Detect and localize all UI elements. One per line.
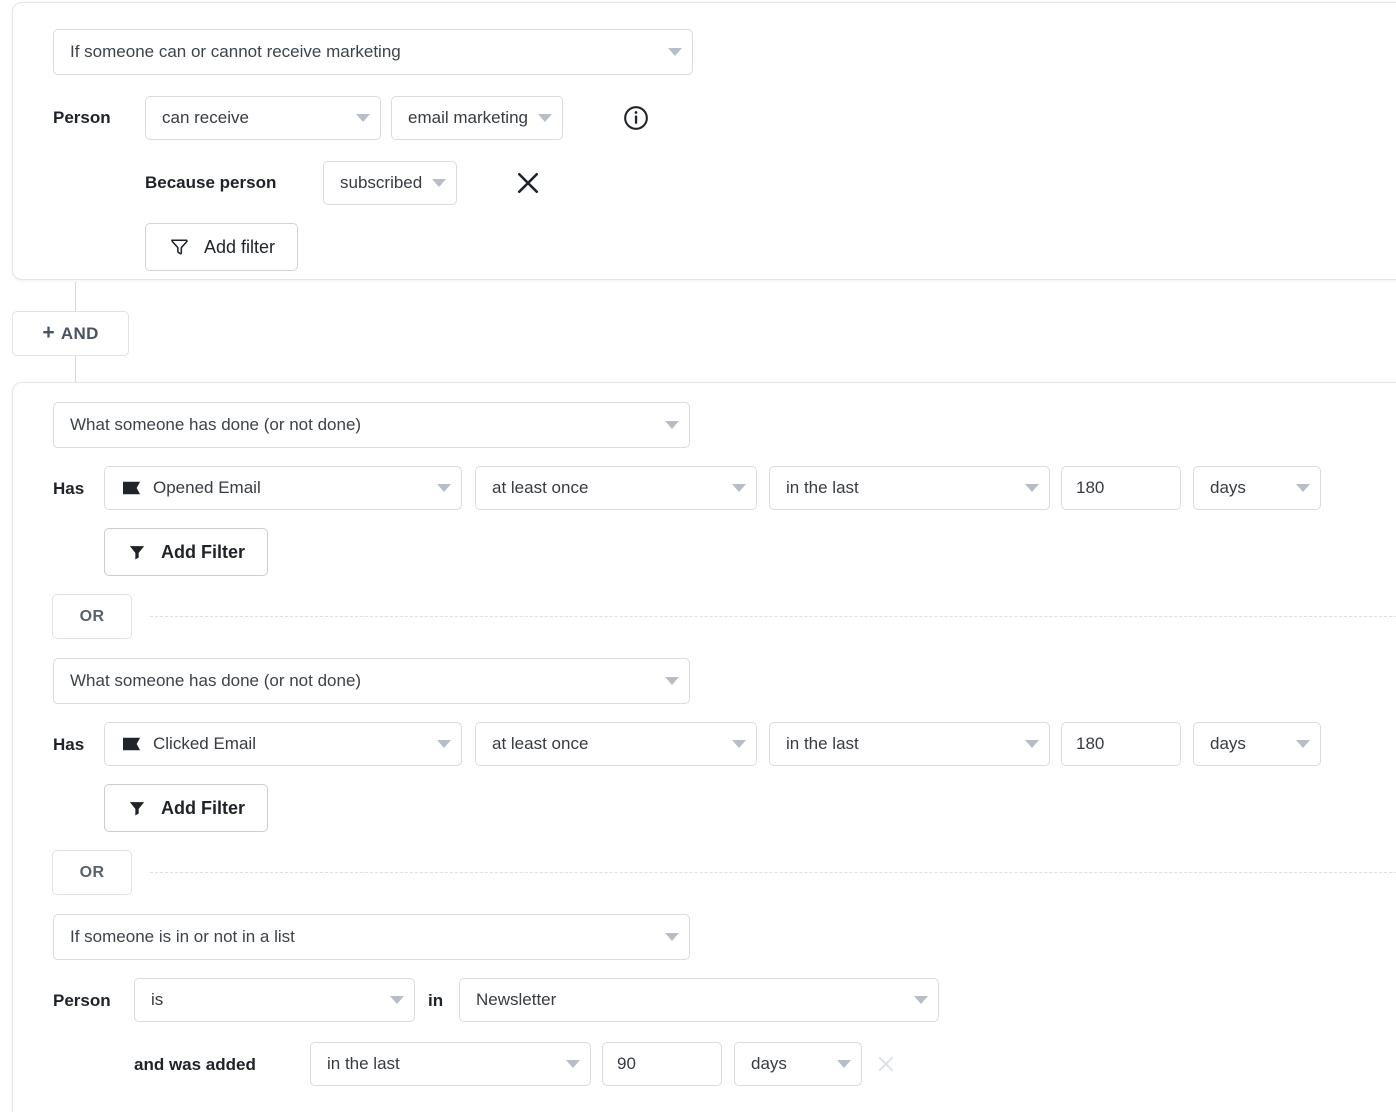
added-unit-select[interactable]: days [734, 1042, 862, 1086]
chevron-down-icon [1025, 484, 1039, 492]
added-amount-input[interactable]: 90 [602, 1042, 722, 1086]
marketing-channel-value: email marketing [408, 108, 528, 128]
or-divider-line [150, 616, 1396, 617]
flag-icon [121, 733, 143, 755]
list-operator-value: is [151, 990, 378, 1010]
list-joiner-label: in [428, 991, 443, 1011]
and-button-label: AND [61, 324, 99, 344]
condition-type-select-3[interactable]: What someone has done (or not done) [53, 658, 690, 704]
has-label-3: Has [53, 735, 84, 755]
or-button-1[interactable]: OR [52, 594, 132, 639]
close-icon[interactable] [513, 168, 543, 198]
marketing-reason-value: subscribed [340, 173, 422, 193]
chevron-down-icon [1296, 740, 1310, 748]
amount-input-3[interactable]: 180 [1061, 722, 1181, 766]
chevron-down-icon [732, 740, 746, 748]
add-and-condition-button[interactable]: + AND [12, 311, 129, 356]
metric-select-clicked-email[interactable]: Clicked Email [104, 722, 462, 766]
person-label-1: Person [53, 108, 111, 128]
funnel-icon [168, 236, 190, 258]
timeframe-value-2: in the last [786, 478, 1013, 498]
condition-type-value-3: What someone has done (or not done) [70, 671, 653, 691]
chevron-down-icon [1296, 484, 1310, 492]
plus-icon: + [42, 322, 55, 343]
chevron-down-icon [356, 114, 370, 122]
marketing-reason-select[interactable]: subscribed [323, 161, 457, 205]
condition-group-card-1: If someone can or cannot receive marketi… [12, 2, 1396, 280]
added-amount-value: 90 [617, 1054, 636, 1074]
unit-value-3: days [1210, 734, 1284, 754]
segment-builder-canvas: If someone can or cannot receive marketi… [0, 0, 1396, 1112]
info-icon[interactable] [623, 105, 649, 131]
add-filter-label-2: Add Filter [161, 542, 245, 563]
list-operator-select[interactable]: is [134, 978, 415, 1022]
flag-icon [121, 477, 143, 499]
metric-select-opened-email[interactable]: Opened Email [104, 466, 462, 510]
close-icon-disabled[interactable] [874, 1052, 898, 1076]
condition-type-value-1: If someone can or cannot receive marketi… [70, 42, 656, 62]
frequency-select-2[interactable]: at least once [475, 466, 757, 510]
metric-value-opened-email: Opened Email [153, 478, 425, 498]
or-divider-2: OR [52, 850, 1396, 895]
because-person-label: Because person [145, 173, 276, 193]
chevron-down-icon [914, 996, 928, 1004]
add-filter-button-2[interactable]: Add Filter [104, 528, 268, 576]
chevron-down-icon [566, 1060, 580, 1068]
and-was-added-label: and was added [134, 1055, 256, 1075]
add-filter-label-3: Add Filter [161, 798, 245, 819]
chevron-down-icon [432, 179, 446, 187]
add-filter-button-1[interactable]: Add filter [145, 223, 298, 271]
chevron-down-icon [538, 114, 552, 122]
amount-value-2: 180 [1076, 478, 1104, 498]
chevron-down-icon [437, 484, 451, 492]
has-label-2: Has [53, 479, 84, 499]
list-name-value: Newsletter [476, 990, 902, 1010]
amount-input-2[interactable]: 180 [1061, 466, 1181, 510]
condition-type-select-1[interactable]: If someone can or cannot receive marketi… [53, 29, 693, 75]
or-button-2[interactable]: OR [52, 850, 132, 895]
timeframe-select-3[interactable]: in the last [769, 722, 1050, 766]
add-filter-button-3[interactable]: Add Filter [104, 784, 268, 832]
chevron-down-icon [665, 421, 679, 429]
unit-value-2: days [1210, 478, 1284, 498]
marketing-operator-select[interactable]: can receive [145, 96, 381, 140]
condition-type-select-4[interactable]: If someone is in or not in a list [53, 914, 690, 960]
funnel-icon [127, 798, 147, 818]
amount-value-3: 180 [1076, 734, 1104, 754]
chevron-down-icon [668, 48, 682, 56]
chevron-down-icon [390, 996, 404, 1004]
condition-group-card-2: What someone has done (or not done) Has … [12, 382, 1396, 1112]
marketing-channel-select[interactable]: email marketing [391, 96, 563, 140]
chevron-down-icon [665, 933, 679, 941]
metric-value-clicked-email: Clicked Email [153, 734, 425, 754]
frequency-value-3: at least once [492, 734, 720, 754]
marketing-operator-value: can receive [162, 108, 344, 128]
chevron-down-icon [437, 740, 451, 748]
added-timeframe-value: in the last [327, 1054, 554, 1074]
timeframe-select-2[interactable]: in the last [769, 466, 1050, 510]
or-divider-line [150, 872, 1396, 873]
condition-type-value-4: If someone is in or not in a list [70, 927, 653, 947]
chevron-down-icon [837, 1060, 851, 1068]
condition-type-select-2[interactable]: What someone has done (or not done) [53, 402, 690, 448]
person-label-4: Person [53, 991, 111, 1011]
frequency-select-3[interactable]: at least once [475, 722, 757, 766]
funnel-icon [127, 542, 147, 562]
condition-type-value-2: What someone has done (or not done) [70, 415, 653, 435]
added-timeframe-select[interactable]: in the last [310, 1042, 591, 1086]
add-filter-label-1: Add filter [204, 237, 275, 258]
chevron-down-icon [732, 484, 746, 492]
list-name-select[interactable]: Newsletter [459, 978, 939, 1022]
added-unit-value: days [751, 1054, 825, 1074]
unit-select-3[interactable]: days [1193, 722, 1321, 766]
chevron-down-icon [665, 677, 679, 685]
timeframe-value-3: in the last [786, 734, 1013, 754]
or-divider-1: OR [52, 594, 1396, 639]
frequency-value-2: at least once [492, 478, 720, 498]
chevron-down-icon [1025, 740, 1039, 748]
unit-select-2[interactable]: days [1193, 466, 1321, 510]
